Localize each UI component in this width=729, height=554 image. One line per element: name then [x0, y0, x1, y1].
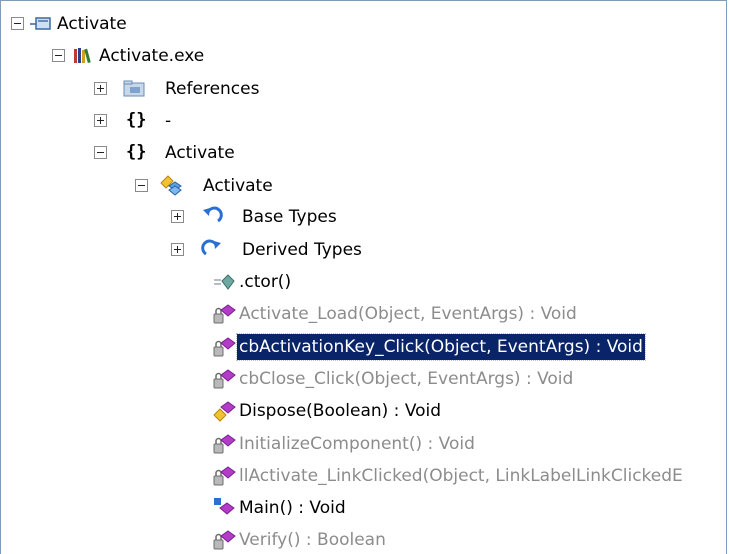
tree-node-member[interactable]: InitializeComponent() : Void: [1, 429, 726, 459]
namespace-braces-icon: {}: [126, 110, 147, 130]
tree-node-label: InitializeComponent() : Void: [239, 433, 475, 454]
tree-node-label: Main() : Void: [239, 498, 346, 519]
expand-toggle-icon[interactable]: [171, 210, 184, 223]
private-method-icon: [212, 528, 236, 552]
tree-node-member[interactable]: Dispose(Boolean) : Void: [1, 396, 726, 426]
module-icon: [28, 12, 52, 36]
constructor-icon: [212, 270, 236, 294]
tree-node-member[interactable]: Verify() : Boolean: [1, 525, 726, 554]
private-method-icon: [212, 367, 236, 391]
private-method-icon: [212, 335, 236, 359]
tree-node-class-activate[interactable]: Activate: [1, 171, 726, 201]
class-icon: [159, 173, 183, 197]
private-method-icon: [212, 464, 236, 488]
tree-node-label: -: [165, 111, 172, 131]
references-folder-icon: [122, 77, 146, 101]
tree-node-member[interactable]: Activate_Load(Object, EventArgs) : Void: [1, 299, 726, 329]
tree-node-member[interactable]: llActivate_LinkClicked(Object, LinkLabel…: [1, 461, 726, 491]
tree-node-label: Activate_Load(Object, EventArgs) : Void: [239, 304, 577, 325]
tree-node-root[interactable]: Activate: [1, 9, 726, 39]
base-types-icon: [200, 205, 224, 229]
tree-node-member[interactable]: .ctor(): [1, 267, 726, 297]
tree-node-label: llActivate_LinkClicked(Object, LinkLabel…: [239, 465, 683, 486]
assembly-browser-tree[interactable]: Activate Activate.exe References {} - {}…: [0, 0, 727, 554]
private-method-icon: [212, 432, 236, 456]
tree-node-label: Base Types: [242, 207, 337, 227]
tree-node-base-types[interactable]: Base Types: [1, 202, 726, 232]
tree-node-label: Activate: [203, 176, 273, 196]
tree-node-namespace-dash[interactable]: {} -: [1, 106, 726, 136]
tree-node-namespace-activate[interactable]: {} Activate: [1, 138, 726, 168]
expand-toggle-icon[interactable]: [171, 243, 184, 256]
protected-method-icon: [212, 399, 236, 423]
tree-node-label: Activate.exe: [99, 46, 205, 66]
assembly-books-icon: [71, 44, 95, 68]
tree-node-assembly[interactable]: Activate.exe: [1, 41, 726, 71]
tree-node-label: .ctor(): [239, 272, 292, 292]
expand-toggle-icon[interactable]: [94, 82, 107, 95]
static-method-icon: [212, 496, 236, 520]
private-method-icon: [212, 302, 236, 326]
collapse-toggle-icon[interactable]: [52, 49, 65, 62]
tree-node-label: cbActivationKey_Click(Object, EventArgs)…: [236, 332, 646, 361]
tree-node-label: Activate: [165, 143, 235, 163]
tree-node-label: Verify() : Boolean: [239, 530, 386, 551]
collapse-toggle-icon[interactable]: [135, 179, 148, 192]
tree-node-member[interactable]: Main() : Void: [1, 493, 726, 523]
tree-node-label: Dispose(Boolean) : Void: [239, 401, 442, 422]
tree-node-label: References: [165, 79, 260, 99]
tree-node-references[interactable]: References: [1, 74, 726, 104]
collapse-toggle-icon[interactable]: [11, 17, 24, 30]
tree-node-member[interactable]: cbClose_Click(Object, EventArgs) : Void: [1, 364, 726, 394]
expand-toggle-icon[interactable]: [94, 114, 107, 127]
namespace-braces-icon: {}: [126, 142, 147, 162]
derived-types-icon: [200, 238, 224, 262]
tree-node-derived-types[interactable]: Derived Types: [1, 235, 726, 265]
tree-node-label: Derived Types: [242, 240, 362, 260]
tree-node-label: Activate: [57, 14, 127, 34]
tree-node-member[interactable]: cbActivationKey_Click(Object, EventArgs)…: [1, 332, 726, 362]
tree-node-label: cbClose_Click(Object, EventArgs) : Void: [239, 368, 574, 389]
collapse-toggle-icon[interactable]: [94, 146, 107, 159]
